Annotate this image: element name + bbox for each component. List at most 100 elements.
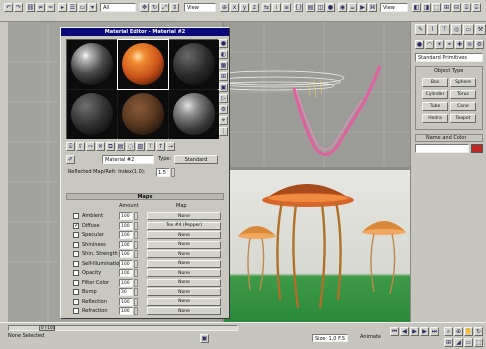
create-tab-icon[interactable]: ✎ [415, 24, 426, 35]
put-material-icon[interactable]: ⇧ [76, 142, 85, 151]
display-tab-icon[interactable]: ▭ [463, 24, 474, 35]
map-slot-button[interactable]: None [147, 297, 221, 306]
go-to-parent-icon[interactable]: ↑ [156, 142, 165, 151]
track-view-icon[interactable]: ▤ [306, 3, 315, 12]
tool-g-icon[interactable]: ⌹ [472, 3, 481, 12]
object-type-button[interactable]: Torus [450, 90, 476, 99]
object-color-swatch[interactable] [471, 144, 483, 153]
map-amount-spinner[interactable] [134, 269, 138, 277]
map-amount-field[interactable]: 100 [119, 250, 133, 258]
map-slot-button[interactable]: None [147, 278, 221, 287]
map-amount-spinner[interactable] [134, 259, 138, 268]
map-amount-field[interactable]: 100 [119, 231, 133, 239]
map-amount-field[interactable]: 100 [119, 221, 133, 230]
assign-material-icon[interactable]: ⇨ [86, 142, 95, 151]
map-slot-button[interactable]: None [147, 288, 221, 296]
hierarchy-tab-icon[interactable]: ⊤ [439, 24, 450, 35]
object-type-button[interactable]: Cone [450, 102, 476, 111]
maximize-viewport-icon[interactable]: ⬚ [474, 338, 483, 347]
map-amount-spinner[interactable] [134, 221, 138, 230]
map-enable-checkbox[interactable] [73, 279, 79, 286]
named-selection-icon[interactable]: {} [294, 3, 303, 12]
pivot-icon[interactable]: ⊕ [220, 3, 229, 12]
material-editor-titlebar[interactable]: Material Editor - Material #2 [61, 28, 229, 36]
reflectance-spinner[interactable] [171, 168, 175, 177]
map-amount-spinner[interactable] [134, 250, 138, 258]
navigator-icon[interactable]: ⋮ [219, 127, 228, 136]
undo-icon[interactable]: ↶ [4, 3, 13, 12]
background-icon[interactable]: ▦ [219, 61, 228, 70]
utilities-tab-icon[interactable]: ⚒ [475, 24, 486, 35]
map-slot-button[interactable]: None [147, 269, 221, 277]
mirror-icon[interactable]: ⇆ [262, 3, 271, 12]
show-map-icon[interactable]: ▧ [136, 142, 145, 151]
render-type-icon[interactable]: ⌘ [368, 3, 377, 12]
sample-slot-active[interactable] [117, 39, 169, 90]
geometry-icon[interactable]: ● [415, 40, 424, 49]
reset-material-icon[interactable]: ✕ [96, 142, 105, 151]
schematic-icon[interactable]: ◫ [316, 3, 325, 12]
name-color-rollout[interactable]: Name and Color [415, 134, 483, 142]
map-enable-checkbox[interactable] [73, 213, 79, 219]
map-slot-button[interactable]: None [147, 250, 221, 258]
make-preview-icon[interactable]: ▷ [219, 94, 228, 103]
material-type-button[interactable]: Standard [174, 155, 218, 164]
tool-a-icon[interactable]: ◧ [412, 3, 421, 12]
map-amount-spinner[interactable] [134, 297, 138, 306]
maps-rollout-header[interactable]: Maps [66, 193, 224, 200]
map-amount-spinner[interactable] [134, 231, 138, 239]
sample-slot[interactable] [169, 40, 219, 89]
object-type-button[interactable]: Teapot [450, 114, 476, 123]
sample-slot[interactable] [169, 90, 219, 139]
lights-icon[interactable]: ☀ [435, 40, 444, 49]
get-material-icon[interactable]: ⌸ [66, 142, 75, 151]
cameras-icon[interactable]: ⌖ [445, 40, 454, 49]
map-amount-spinner[interactable] [134, 278, 138, 287]
map-amount-spinner[interactable] [134, 212, 138, 220]
modify-tab-icon[interactable]: ⌇ [427, 24, 438, 35]
map-enable-checkbox[interactable] [73, 270, 79, 276]
tool-f-icon[interactable]: ⌸ [462, 3, 471, 12]
region-zoom-icon[interactable]: ▭ [464, 338, 473, 347]
map-amount-spinner[interactable] [134, 240, 138, 249]
zoom-all-icon[interactable]: ⊕ [454, 327, 463, 336]
pan-icon[interactable]: ✋ [464, 327, 473, 336]
map-slot-button[interactable]: None [147, 212, 221, 220]
map-amount-field[interactable]: 100 [119, 297, 133, 306]
material-name-field[interactable]: Material #2 [102, 155, 154, 164]
material-editor-icon[interactable]: ● [326, 3, 335, 12]
filter-icon[interactable]: ▾ [88, 3, 97, 12]
map-slot-button[interactable]: None [147, 307, 221, 315]
map-amount-field[interactable]: 100 [119, 307, 133, 315]
scale-icon[interactable]: ⤢ [160, 3, 169, 12]
map-amount-field[interactable]: 100 [119, 259, 133, 268]
map-slot-button[interactable]: Tex #4 (Pepper) [147, 221, 221, 230]
select-icon[interactable]: ▸ [58, 3, 67, 12]
object-type-button[interactable]: Tube [422, 102, 448, 111]
map-slot-button[interactable]: None [147, 259, 221, 268]
go-to-end-icon[interactable]: ⏭ [430, 327, 439, 336]
go-forward-icon[interactable]: → [166, 142, 175, 151]
squash-icon[interactable]: ⇕ [170, 3, 179, 12]
tool-e-icon[interactable]: ⊟ [452, 3, 461, 12]
rotate-icon[interactable]: ↻ [150, 3, 159, 12]
region-select-icon[interactable]: ▭ [78, 3, 87, 12]
object-name-field[interactable] [415, 144, 469, 153]
systems-icon[interactable]: ⚙ [475, 40, 484, 49]
map-amount-spinner[interactable] [134, 288, 138, 296]
sample-slot[interactable] [67, 40, 117, 89]
tool-b-icon[interactable]: ◨ [422, 3, 431, 12]
category-dropdown[interactable]: Standard Primitives [415, 53, 483, 62]
material-effects-icon[interactable]: ◌ [126, 142, 135, 151]
map-amount-field[interactable]: 100 [119, 212, 133, 220]
sample-slot[interactable] [118, 90, 168, 139]
redo-icon[interactable]: ↷ [14, 3, 23, 12]
object-type-button[interactable]: Sphere [450, 78, 476, 87]
map-enable-checkbox[interactable] [73, 260, 79, 267]
put-library-icon[interactable]: ▤ [116, 142, 125, 151]
arc-rotate-icon[interactable]: ↻ [474, 327, 483, 336]
lock-selection-icon[interactable]: ▣ [200, 334, 209, 343]
viewport-front[interactable] [224, 22, 410, 167]
map-amount-field[interactable]: 100 [119, 269, 133, 277]
show-end-result-icon[interactable]: ⊤ [146, 142, 155, 151]
